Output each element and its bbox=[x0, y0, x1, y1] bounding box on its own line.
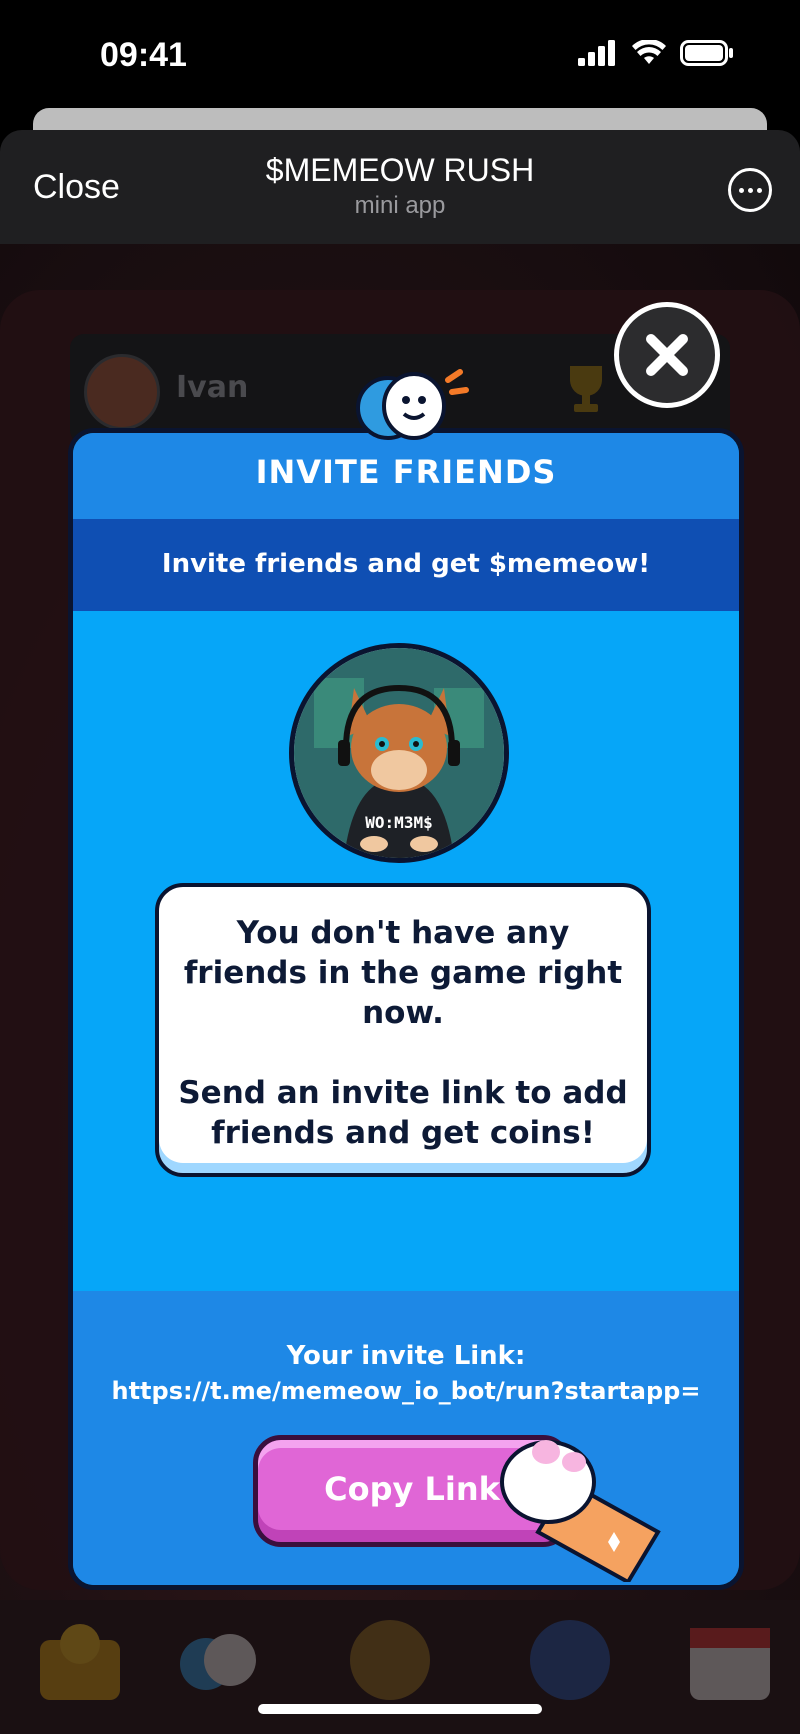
player-avatar bbox=[84, 354, 160, 430]
invite-link-label: Your invite Link: bbox=[286, 1341, 526, 1371]
app-title: $MEMEOW RUSH bbox=[265, 152, 535, 188]
cat-avatar: WO:M3M$ bbox=[289, 643, 509, 863]
nav-coins-icon[interactable] bbox=[30, 1610, 130, 1710]
no-friends-message-box: You don't have any friends in the game r… bbox=[155, 883, 651, 1177]
nav-friends-icon[interactable] bbox=[170, 1610, 270, 1710]
battery-icon bbox=[680, 40, 733, 66]
status-time: 09:41 bbox=[100, 36, 187, 74]
wifi-icon bbox=[632, 40, 666, 64]
modal-subheader: Invite friends and get $memeow! bbox=[73, 519, 739, 611]
invite-friends-modal: INVITE FRIENDS Invite friends and get $m… bbox=[68, 428, 744, 1590]
nav-airdrop-icon[interactable] bbox=[340, 1610, 440, 1710]
more-options-icon[interactable] bbox=[728, 168, 772, 212]
status-icons bbox=[578, 40, 734, 66]
signal-icon bbox=[578, 40, 615, 66]
modal-subtitle: Invite friends and get $memeow! bbox=[161, 549, 651, 579]
nav-tasks-icon[interactable] bbox=[520, 1610, 620, 1710]
cat-paw-pointer-icon bbox=[500, 1440, 661, 1582]
no-friends-message: You don't have any friends in the game r… bbox=[178, 915, 628, 1151]
home-indicator bbox=[258, 1704, 542, 1714]
nav-calendar-icon[interactable] bbox=[680, 1610, 780, 1710]
app-subtitle: mini app bbox=[354, 192, 446, 219]
trophy-icon bbox=[570, 366, 602, 412]
invite-link-url[interactable]: https://t.me/memeow_io_bot/run?startapp= bbox=[73, 1377, 739, 1405]
modal-title: INVITE FRIENDS bbox=[255, 453, 557, 491]
player-name: Ivan bbox=[176, 370, 249, 405]
status-bar: 09:41 bbox=[0, 0, 800, 110]
avatar-shirt-text: WO:M3M$ bbox=[365, 813, 432, 832]
friends-ghost-icon bbox=[356, 369, 469, 440]
close-modal-icon[interactable] bbox=[614, 302, 720, 408]
mini-app-header: Close $MEMEOW RUSH mini app bbox=[0, 130, 800, 244]
